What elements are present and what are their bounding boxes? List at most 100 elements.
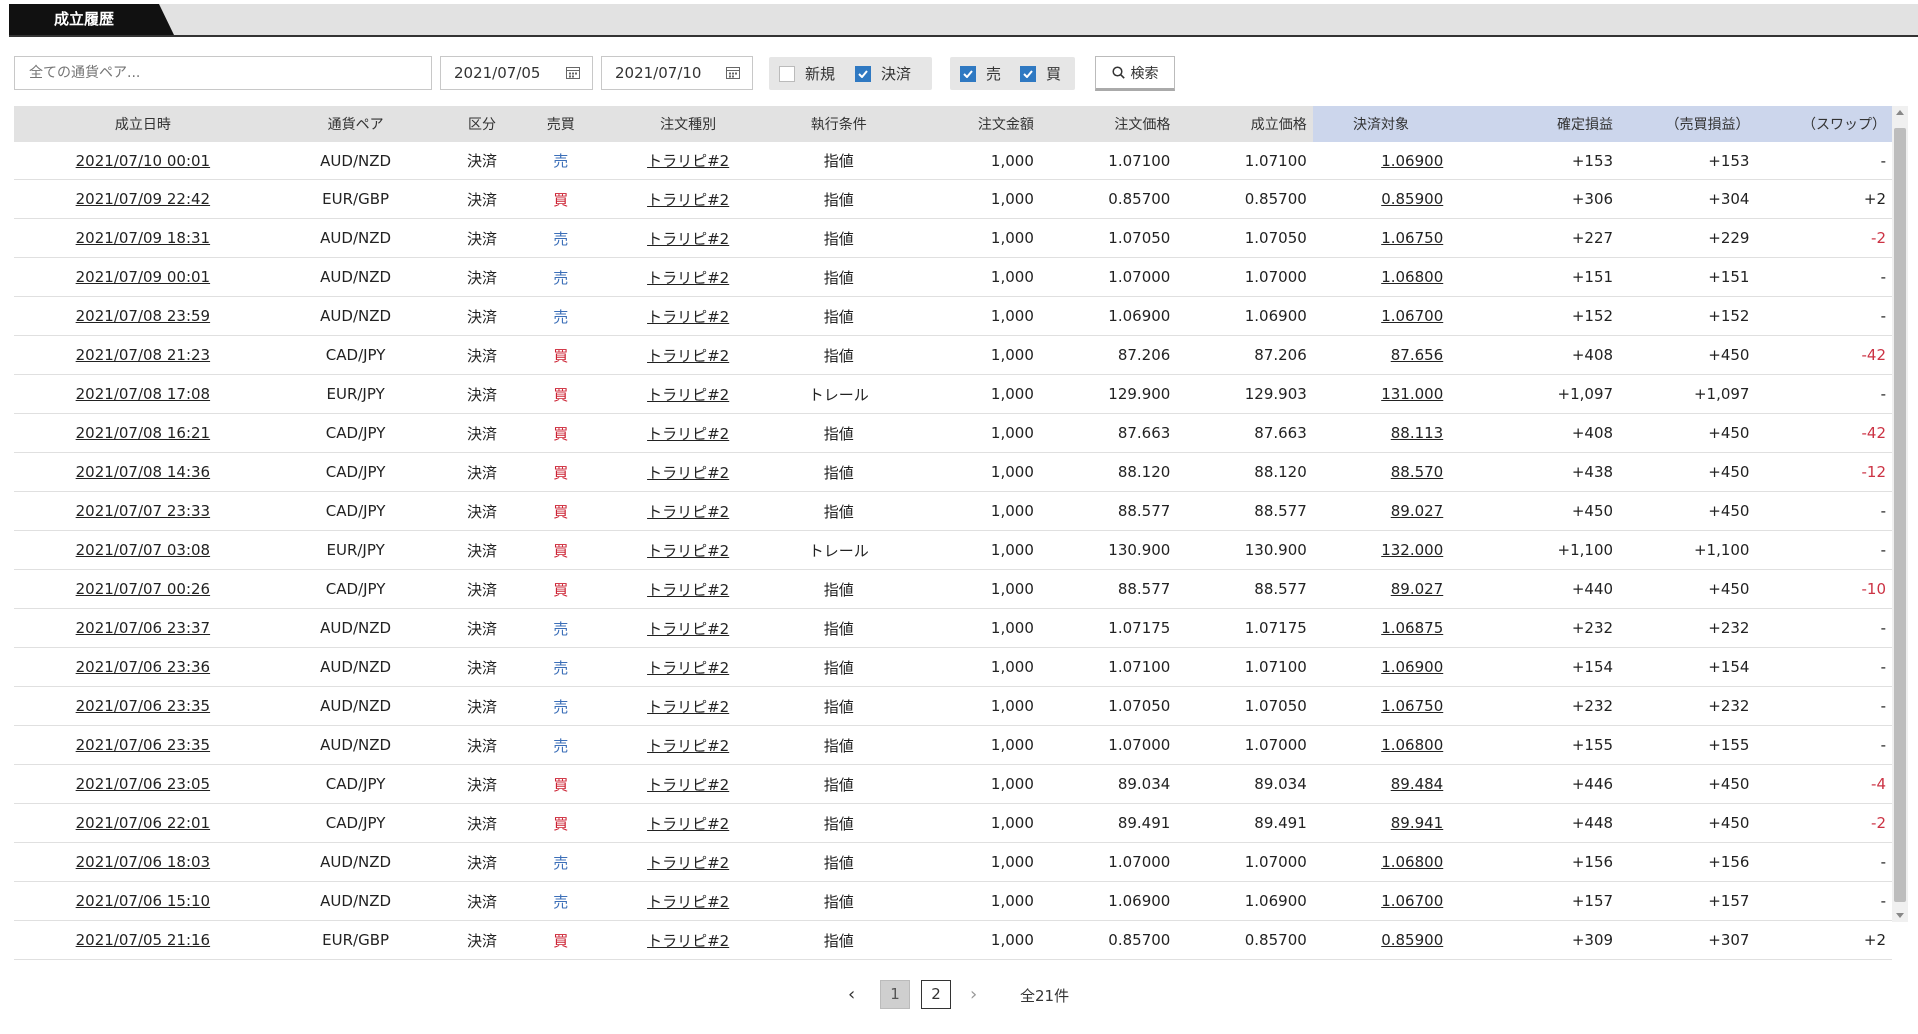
cell-settle-target[interactable]: 89.027: [1312, 491, 1450, 531]
next-page-icon[interactable]: ›: [970, 984, 977, 1005]
col-header-settle-target[interactable]: 決済対象: [1312, 106, 1450, 142]
col-header-exec-price[interactable]: 成立価格: [1176, 106, 1313, 142]
cell-settle-target[interactable]: 0.85900: [1312, 920, 1450, 960]
cell-settle-target[interactable]: 89.027: [1312, 569, 1450, 609]
page-2-button[interactable]: 2: [921, 980, 951, 1009]
col-header-side[interactable]: 売買: [524, 106, 598, 142]
vertical-scrollbar[interactable]: [1892, 106, 1908, 922]
prev-page-icon[interactable]: ‹: [848, 984, 855, 1005]
checkmark-icon[interactable]: [960, 65, 976, 82]
cell-settle-target[interactable]: 1.06900: [1312, 647, 1450, 687]
scroll-down-icon[interactable]: [1896, 913, 1904, 918]
cell-order-type[interactable]: トラリピ#2: [597, 142, 780, 180]
cell-exec-time[interactable]: 2021/07/09 18:31: [14, 218, 272, 258]
cell-settle-target[interactable]: 132.000: [1312, 530, 1450, 570]
cell-order-type[interactable]: トラリピ#2: [597, 842, 780, 882]
col-header-order-type[interactable]: 注文種別: [597, 106, 780, 142]
col-header-swap[interactable]: （スワップ）: [1755, 106, 1892, 142]
cell-order-type[interactable]: トラリピ#2: [597, 764, 780, 804]
cell-exec-time[interactable]: 2021/07/09 22:42: [14, 179, 272, 219]
date-from-field[interactable]: 2021/07/05: [440, 56, 593, 90]
col-header-exec-time[interactable]: 成立日時: [14, 106, 272, 142]
checkmark-icon[interactable]: [855, 65, 871, 82]
currency-pair-input[interactable]: [14, 56, 432, 90]
cell-settle-target[interactable]: 88.113: [1312, 413, 1450, 453]
scroll-up-icon[interactable]: [1896, 110, 1904, 115]
cell-swap: -2: [1755, 218, 1892, 258]
col-header-order-amount[interactable]: 注文金額: [898, 106, 1040, 142]
tab-executions[interactable]: 成立履歴: [9, 4, 174, 35]
cell-exec-time[interactable]: 2021/07/06 23:36: [14, 647, 272, 687]
cell-order-type[interactable]: トラリピ#2: [597, 725, 780, 765]
cell-order-type[interactable]: トラリピ#2: [597, 920, 780, 960]
cell-order-type[interactable]: トラリピ#2: [597, 686, 780, 726]
cell-settle-target[interactable]: 1.06800: [1312, 842, 1450, 882]
scrollbar-thumb[interactable]: [1894, 128, 1906, 902]
cell-exec-time[interactable]: 2021/07/06 23:05: [14, 764, 272, 804]
cell-settle-target[interactable]: 1.06700: [1312, 296, 1450, 336]
search-button[interactable]: 検索: [1095, 56, 1175, 91]
cell-exec-time[interactable]: 2021/07/06 22:01: [14, 803, 272, 843]
calendar-icon[interactable]: [726, 66, 740, 79]
cell-exec-time[interactable]: 2021/07/07 00:26: [14, 569, 272, 609]
cell-exec-time[interactable]: 2021/07/06 23:35: [14, 686, 272, 726]
cell-order-type[interactable]: トラリピ#2: [597, 374, 780, 414]
cell-exec-time[interactable]: 2021/07/07 03:08: [14, 530, 272, 570]
cell-exec-time[interactable]: 2021/07/08 23:59: [14, 296, 272, 336]
cell-exec-time[interactable]: 2021/07/06 23:35: [14, 725, 272, 765]
checkbox-unchecked-icon[interactable]: [779, 65, 795, 82]
cell-exec-time[interactable]: 2021/07/08 21:23: [14, 335, 272, 375]
calendar-icon[interactable]: [566, 66, 580, 79]
cell-exec-time[interactable]: 2021/07/05 21:16: [14, 920, 272, 960]
cell-order-type[interactable]: トラリピ#2: [597, 413, 780, 453]
col-header-trade-pl[interactable]: （売買損益）: [1619, 106, 1756, 142]
cell-settle-target[interactable]: 87.656: [1312, 335, 1450, 375]
cell-exec-time[interactable]: 2021/07/07 23:33: [14, 491, 272, 531]
cell-exec-time[interactable]: 2021/07/06 15:10: [14, 881, 272, 921]
cell-exec-time[interactable]: 2021/07/06 23:37: [14, 608, 272, 648]
cell-settle-target[interactable]: 131.000: [1312, 374, 1450, 414]
cell-order-type[interactable]: トラリピ#2: [597, 647, 780, 687]
cell-order-type[interactable]: トラリピ#2: [597, 881, 780, 921]
col-header-order-price[interactable]: 注文価格: [1039, 106, 1177, 142]
cell-settle-target[interactable]: 1.06750: [1312, 218, 1450, 258]
checkbox-sell[interactable]: 売: [960, 57, 1001, 90]
cell-order-type[interactable]: トラリピ#2: [597, 530, 780, 570]
cell-settle-target[interactable]: 88.570: [1312, 452, 1450, 492]
cell-exec-time[interactable]: 2021/07/08 16:21: [14, 413, 272, 453]
page-1-button[interactable]: 1: [880, 980, 910, 1009]
cell-exec-time[interactable]: 2021/07/08 14:36: [14, 452, 272, 492]
cell-exec-time[interactable]: 2021/07/10 00:01: [14, 142, 272, 180]
col-header-realized-pl[interactable]: 確定損益: [1449, 106, 1620, 142]
checkbox-buy[interactable]: 買: [1020, 57, 1061, 90]
cell-order-type[interactable]: トラリピ#2: [597, 257, 780, 297]
cell-order-type[interactable]: トラリピ#2: [597, 608, 780, 648]
col-header-exec-condition[interactable]: 執行条件: [779, 106, 899, 142]
cell-settle-target[interactable]: 1.06800: [1312, 725, 1450, 765]
cell-settle-target[interactable]: 0.85900: [1312, 179, 1450, 219]
cell-settle-target[interactable]: 89.941: [1312, 803, 1450, 843]
checkbox-settle[interactable]: 決済: [855, 57, 911, 90]
checkmark-icon[interactable]: [1020, 65, 1036, 82]
col-header-currency-pair[interactable]: 通貨ペア: [271, 106, 440, 142]
cell-exec-time[interactable]: 2021/07/09 00:01: [14, 257, 272, 297]
cell-order-type[interactable]: トラリピ#2: [597, 569, 780, 609]
cell-settle-target[interactable]: 89.484: [1312, 764, 1450, 804]
cell-order-type[interactable]: トラリピ#2: [597, 491, 780, 531]
checkbox-new[interactable]: 新規: [779, 57, 835, 90]
cell-order-type[interactable]: トラリピ#2: [597, 179, 780, 219]
cell-order-type[interactable]: トラリピ#2: [597, 335, 780, 375]
date-to-field[interactable]: 2021/07/10: [601, 56, 753, 90]
cell-exec-time[interactable]: 2021/07/06 18:03: [14, 842, 272, 882]
cell-settle-target[interactable]: 1.06700: [1312, 881, 1450, 921]
cell-order-type[interactable]: トラリピ#2: [597, 803, 780, 843]
col-header-category[interactable]: 区分: [439, 106, 525, 142]
cell-settle-target[interactable]: 1.06900: [1312, 142, 1450, 180]
cell-order-type[interactable]: トラリピ#2: [597, 452, 780, 492]
cell-order-type[interactable]: トラリピ#2: [597, 296, 780, 336]
cell-settle-target[interactable]: 1.06875: [1312, 608, 1450, 648]
cell-settle-target[interactable]: 1.06800: [1312, 257, 1450, 297]
cell-order-type[interactable]: トラリピ#2: [597, 218, 780, 258]
cell-settle-target[interactable]: 1.06750: [1312, 686, 1450, 726]
cell-exec-time[interactable]: 2021/07/08 17:08: [14, 374, 272, 414]
